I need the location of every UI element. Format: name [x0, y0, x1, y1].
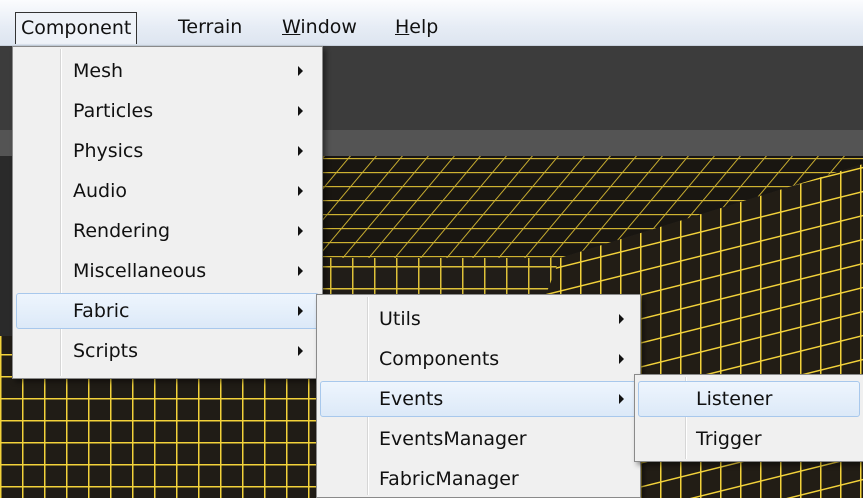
menu-item-label: Audio [73, 180, 128, 202]
menu-item-miscellaneous[interactable]: Miscellaneous [13, 251, 322, 291]
menu-item-listener[interactable]: Listener [635, 379, 863, 419]
submenu-arrow-icon [298, 146, 303, 156]
menu-item-label: Fabric [73, 300, 130, 322]
submenu-arrow-icon [298, 226, 303, 236]
submenu-arrow-icon [298, 266, 303, 276]
menu-item-label: FabricManager [379, 468, 519, 490]
menu-item-label: EventsManager [379, 428, 527, 450]
menu-item-label: Miscellaneous [73, 260, 207, 282]
menubar-terrain[interactable]: Terrain [172, 12, 248, 44]
menu-item-mesh[interactable]: Mesh [13, 51, 322, 91]
submenu-arrow-icon [298, 186, 303, 196]
menu-item-components[interactable]: Components [317, 339, 640, 379]
submenu-arrow-icon [298, 346, 303, 356]
menu-item-particles[interactable]: Particles [13, 91, 322, 131]
menu-item-label: Particles [73, 100, 154, 122]
menu-item-events[interactable]: Events [317, 379, 640, 419]
menu-item-label: Rendering [73, 220, 171, 242]
menu-item-label: Mesh [73, 60, 124, 82]
menu-item-label: Physics [73, 140, 144, 162]
events-submenu: Listener Trigger [634, 374, 863, 462]
menubar-help[interactable]: Help [389, 12, 444, 44]
menu-item-audio[interactable]: Audio [13, 171, 322, 211]
menu-item-fabricmanager[interactable]: FabricManager [317, 459, 640, 498]
submenu-arrow-icon [619, 394, 624, 404]
submenu-arrow-icon [619, 314, 624, 324]
menu-item-label: Components [379, 348, 500, 370]
menu-item-label: Scripts [73, 340, 139, 362]
menu-item-rendering[interactable]: Rendering [13, 211, 322, 251]
menu-bar: Component Terrain Window Help [0, 0, 863, 46]
menu-item-label: Trigger [696, 428, 762, 450]
menu-item-label: Utils [379, 308, 421, 330]
component-menu: Mesh Particles Physics Audio Rendering M… [12, 46, 323, 379]
menubar-component[interactable]: Component [15, 12, 138, 44]
submenu-arrow-icon [298, 306, 303, 316]
menubar-window[interactable]: Window [276, 12, 363, 44]
submenu-arrow-icon [298, 106, 303, 116]
menu-item-label: Events [379, 388, 444, 410]
menu-item-trigger[interactable]: Trigger [635, 419, 863, 459]
menu-item-eventsmanager[interactable]: EventsManager [317, 419, 640, 459]
submenu-arrow-icon [298, 66, 303, 76]
menu-item-scripts[interactable]: Scripts [13, 331, 322, 371]
submenu-arrow-icon [619, 354, 624, 364]
menu-item-label: Listener [696, 388, 773, 410]
menu-item-fabric[interactable]: Fabric [13, 291, 322, 331]
menu-item-physics[interactable]: Physics [13, 131, 322, 171]
menu-item-utils[interactable]: Utils [317, 299, 640, 339]
fabric-submenu: Utils Components Events EventsManager Fa… [316, 294, 641, 498]
